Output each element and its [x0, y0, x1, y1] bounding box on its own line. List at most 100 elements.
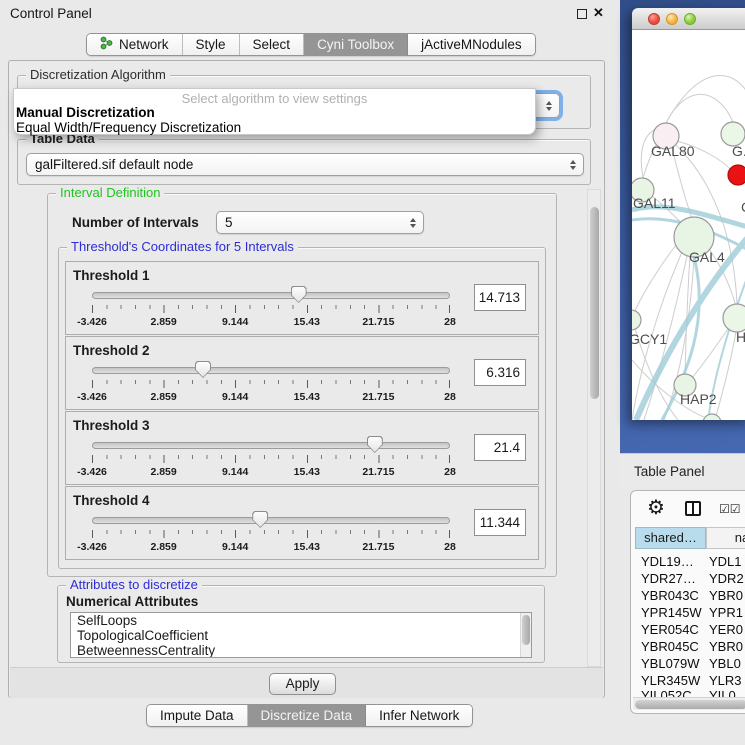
tab-select[interactable]: Select: [240, 34, 305, 55]
thresholds-group: Threshold's Coordinates for 5 Intervals …: [58, 247, 546, 569]
columns-icon[interactable]: [685, 501, 701, 516]
node-bottom[interactable]: [703, 414, 721, 420]
list-scrollbar-thumb[interactable]: [522, 615, 530, 645]
slider-handle[interactable]: [252, 511, 268, 528]
slider-ticks: [92, 455, 450, 463]
table-scrollbar-thumb[interactable]: [635, 700, 745, 709]
threshold-2-value-field[interactable]: 6.316: [474, 359, 526, 386]
zoom-traffic-light[interactable]: [684, 13, 696, 25]
column-header-name[interactable]: na: [706, 527, 745, 549]
interval-definition-group-label: Interval Definition: [56, 185, 164, 200]
table-horizontal-scrollbar[interactable]: [633, 697, 745, 710]
tab-style[interactable]: Style: [183, 34, 240, 55]
threshold-panel-3: Threshold 3 -3.426 2.859 9.144 15.43 21.…: [65, 411, 539, 485]
dropdown-placeholder-item[interactable]: Select algorithm to view settings: [14, 89, 535, 105]
slider-track[interactable]: [92, 442, 450, 449]
table-row[interactable]: YBL079WYBL0: [635, 655, 745, 672]
combo-stepper-arrows: [570, 160, 576, 170]
numerical-attributes-list[interactable]: SelfLoops TopologicalCoefficient Between…: [70, 612, 532, 658]
slider-handle[interactable]: [367, 436, 383, 453]
slider-track[interactable]: [92, 292, 450, 299]
table-data-combobox[interactable]: galFiltered.sif default node: [26, 153, 584, 176]
panel-vertical-scrollbar[interactable]: [587, 189, 601, 667]
tab-jactivemnodules[interactable]: jActiveMNodules: [408, 34, 535, 55]
panel-scrollbar-thumb[interactable]: [590, 207, 599, 399]
threshold-3-value-field[interactable]: 21.4: [474, 434, 526, 461]
cyni-toolbox-panel: Discretization Algorithm Select algorith…: [8, 60, 605, 698]
right-region: GAL80 G. GAL11 GAL4 C GCY1 H HAP2 Table …: [620, 0, 745, 745]
list-item[interactable]: SelfLoops: [71, 613, 531, 628]
network-icon: [100, 36, 113, 53]
close-traffic-light[interactable]: [648, 13, 660, 25]
table-row[interactable]: YBR045CYBR0: [635, 638, 745, 655]
slider-handle[interactable]: [291, 286, 307, 303]
network-canvas[interactable]: GAL80 G. GAL11 GAL4 C GCY1 H HAP2: [632, 30, 745, 420]
tab-cyni-toolbox[interactable]: Cyni Toolbox: [304, 34, 408, 55]
node-gcy1[interactable]: [632, 310, 641, 330]
bottom-tab-bar: Impute Data Discretize Data Infer Networ…: [146, 704, 473, 727]
number-of-intervals-value: 5: [225, 215, 233, 230]
control-panel: Control Panel ✕ Network Style Select Cyn…: [0, 0, 620, 745]
tab-discretize-data[interactable]: Discretize Data: [248, 705, 367, 726]
threshold-panel-2: Threshold 2 -3.426 2.859 9.144 15.43 21.…: [65, 336, 539, 410]
thresholds-group-label: Threshold's Coordinates for 5 Intervals: [67, 239, 298, 254]
threshold-2-slider[interactable]: -3.426 2.859 9.144 15.43 21.715 28: [92, 363, 450, 405]
table-data-combobox-value: galFiltered.sif default node: [35, 157, 193, 172]
table-row[interactable]: YPR145WYPR1: [635, 604, 745, 621]
threshold-3-slider[interactable]: -3.426 2.859 9.144 15.43 21.715 28: [92, 438, 450, 480]
combo-stepper-arrows: [546, 101, 552, 111]
threshold-1-value-field[interactable]: 14.713: [474, 284, 526, 311]
attributes-group-label: Attributes to discretize: [66, 577, 202, 592]
node-h[interactable]: [723, 304, 745, 332]
tab-infer-network[interactable]: Infer Network: [366, 705, 472, 726]
number-of-intervals-label: Number of Intervals: [72, 215, 199, 230]
network-view-window: GAL80 G. GAL11 GAL4 C GCY1 H HAP2: [632, 8, 745, 420]
node-red-selected[interactable]: [728, 165, 745, 185]
slider-ticks: [92, 530, 450, 538]
column-header-shared-name[interactable]: shared…: [635, 527, 706, 549]
slider-handle[interactable]: [195, 361, 211, 378]
slider-track[interactable]: [92, 517, 450, 524]
attributes-group: Attributes to discretize Numerical Attri…: [57, 585, 545, 663]
table-panel-title: Table Panel: [634, 464, 705, 479]
network-window-titlebar[interactable]: [632, 8, 745, 30]
slider-ticks: [92, 380, 450, 388]
table-row[interactable]: YER054CYER0: [635, 621, 745, 638]
table-panel-header: Table Panel: [620, 453, 745, 488]
svg-text:C: C: [741, 199, 745, 215]
combo-stepper-arrows: [410, 218, 416, 228]
tab-network[interactable]: Network: [87, 34, 183, 55]
table-row[interactable]: YDL19…YDL1: [635, 553, 745, 570]
threshold-4-slider[interactable]: -3.426 2.859 9.144 15.43 21.715 28: [92, 513, 450, 555]
dropdown-option-manual-discretization[interactable]: Manual Discretization: [14, 105, 535, 120]
apply-button[interactable]: Apply: [269, 673, 336, 695]
threshold-1-slider[interactable]: -3.426 2.859 9.144 15.43 21.715 28: [92, 288, 450, 330]
list-scrollbar[interactable]: [520, 613, 531, 658]
algorithm-dropdown-popup: Select algorithm to view settings Manual…: [13, 88, 536, 135]
threshold-panel-4: Threshold 4 -3.426 2.859 9.144 15.43 21.…: [65, 486, 539, 560]
gear-icon[interactable]: ⚙: [647, 495, 665, 520]
table-data-group: Table Data galFiltered.sif default node: [17, 139, 591, 185]
checkboxes-icon[interactable]: ☑☑: [719, 502, 741, 516]
table-row[interactable]: YBR043CYBR0: [635, 587, 745, 604]
table-row[interactable]: YDR27…YDR2: [635, 570, 745, 587]
threshold-4-value-field[interactable]: 11.344: [474, 509, 526, 536]
threshold-4-label: Threshold 4: [73, 493, 150, 508]
discretization-algorithm-group-label: Discretization Algorithm: [26, 67, 170, 82]
threshold-3-label: Threshold 3: [73, 418, 150, 433]
svg-text:HAP2: HAP2: [680, 391, 717, 407]
dropdown-option-equal-width-frequency[interactable]: Equal Width/Frequency Discretization: [14, 120, 535, 135]
number-of-intervals-combobox[interactable]: 5: [216, 211, 424, 234]
close-icon[interactable]: ✕: [593, 5, 604, 21]
threshold-panel-1: Threshold 1 -3.426 2.859 9.144 15.43 21.…: [65, 261, 539, 335]
float-window-icon[interactable]: [577, 9, 587, 19]
slider-track[interactable]: [92, 367, 450, 374]
tab-impute-data[interactable]: Impute Data: [147, 705, 248, 726]
threshold-1-label: Threshold 1: [73, 268, 150, 283]
list-item[interactable]: TopologicalCoefficient: [71, 628, 531, 643]
list-item[interactable]: BetweennessCentrality: [71, 643, 531, 658]
svg-text:GCY1: GCY1: [632, 331, 667, 347]
control-panel-title: Control Panel: [10, 6, 92, 21]
minimize-traffic-light[interactable]: [666, 13, 678, 25]
slider-ticks: [92, 305, 450, 313]
